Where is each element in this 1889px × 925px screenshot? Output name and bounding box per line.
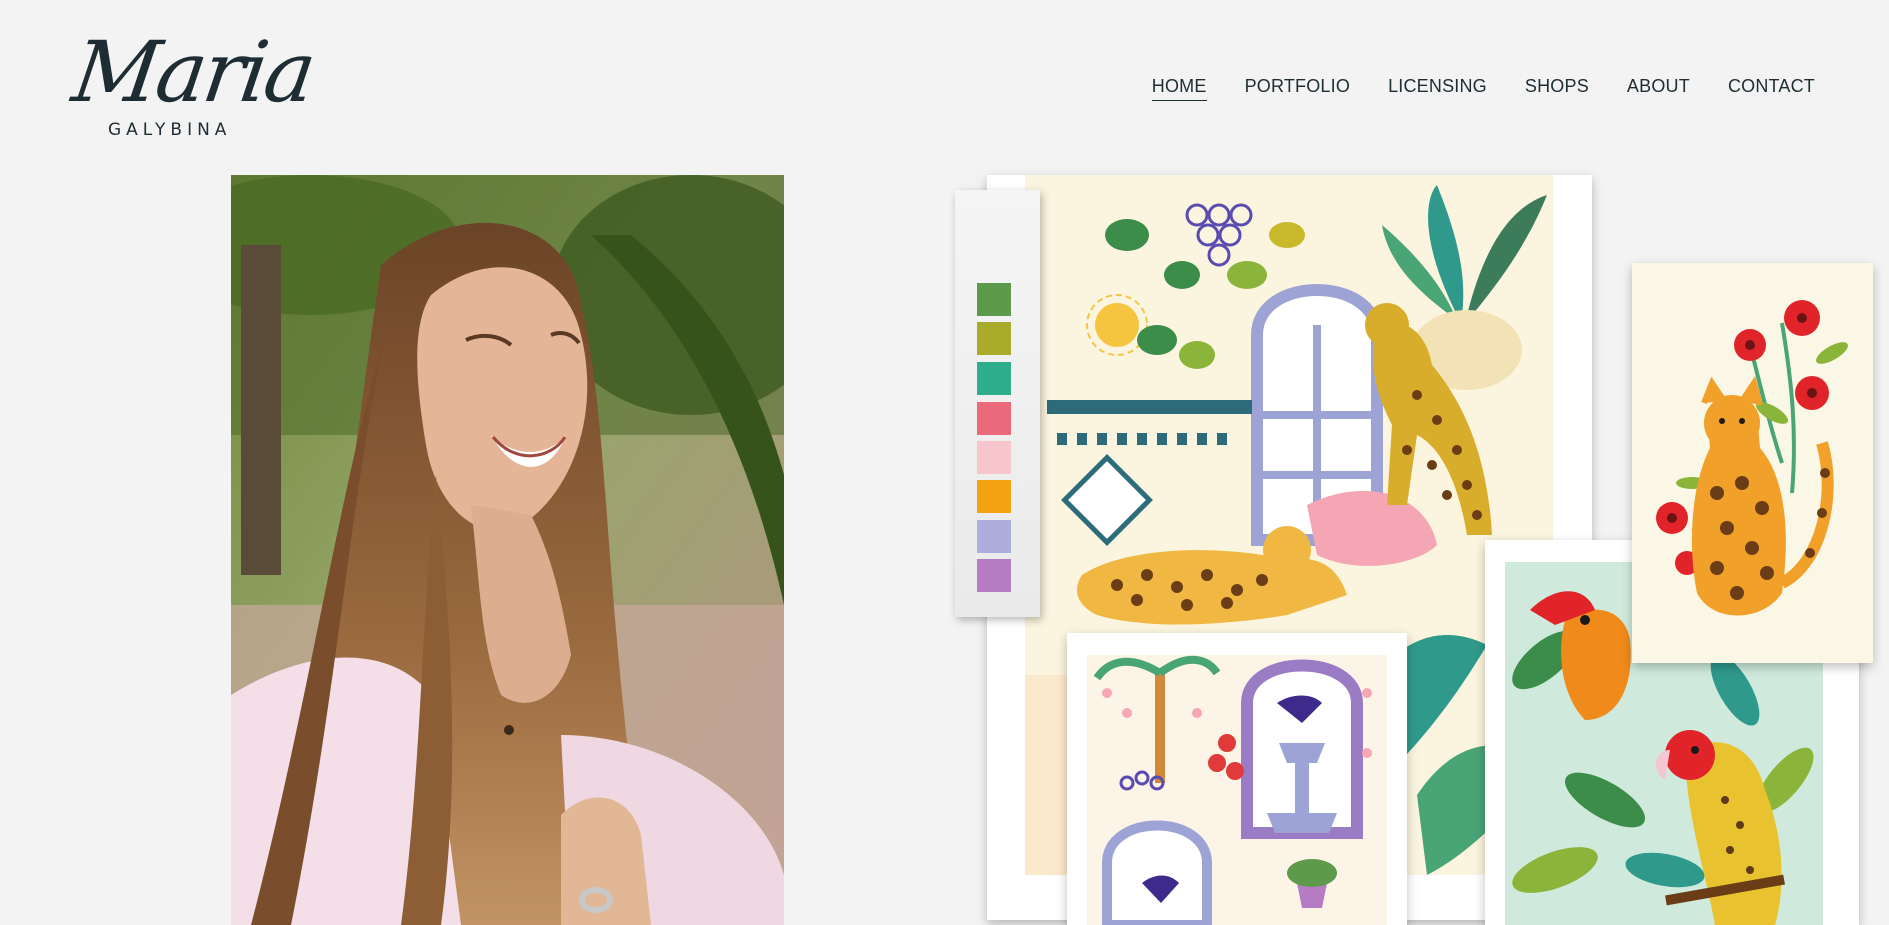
nav-licensing[interactable]: LICENSING xyxy=(1388,76,1487,101)
swatch-3 xyxy=(977,362,1011,395)
swatch-6 xyxy=(977,480,1011,513)
nav-shops[interactable]: SHOPS xyxy=(1525,76,1589,101)
logo-subtitle: GALYBINA xyxy=(108,120,232,140)
main-nav: HOME PORTFOLIO LICENSING SHOPS ABOUT CON… xyxy=(1151,76,1815,101)
portrait-photo xyxy=(231,175,784,925)
pattern-collage xyxy=(955,175,1889,925)
logo-script: Maria xyxy=(67,23,320,121)
nav-home[interactable]: HOME xyxy=(1151,76,1207,101)
color-palette-strip xyxy=(955,190,1040,617)
site-header: Maria GALYBINA HOME PORTFOLIO LICENSING … xyxy=(0,0,1889,160)
swatch-4 xyxy=(977,402,1011,435)
swatch-2 xyxy=(977,322,1011,355)
swatch-8 xyxy=(977,559,1011,592)
nav-contact[interactable]: CONTACT xyxy=(1728,76,1815,101)
card-pattern-fountain xyxy=(1067,633,1407,925)
card-pattern-leopard-flowers xyxy=(1632,263,1873,663)
swatch-5 xyxy=(977,441,1011,474)
nav-portfolio[interactable]: PORTFOLIO xyxy=(1245,76,1351,101)
swatch-7 xyxy=(977,520,1011,553)
nav-about[interactable]: ABOUT xyxy=(1627,76,1690,101)
swatch-1 xyxy=(977,283,1011,316)
site-logo[interactable]: Maria GALYBINA xyxy=(67,23,319,143)
